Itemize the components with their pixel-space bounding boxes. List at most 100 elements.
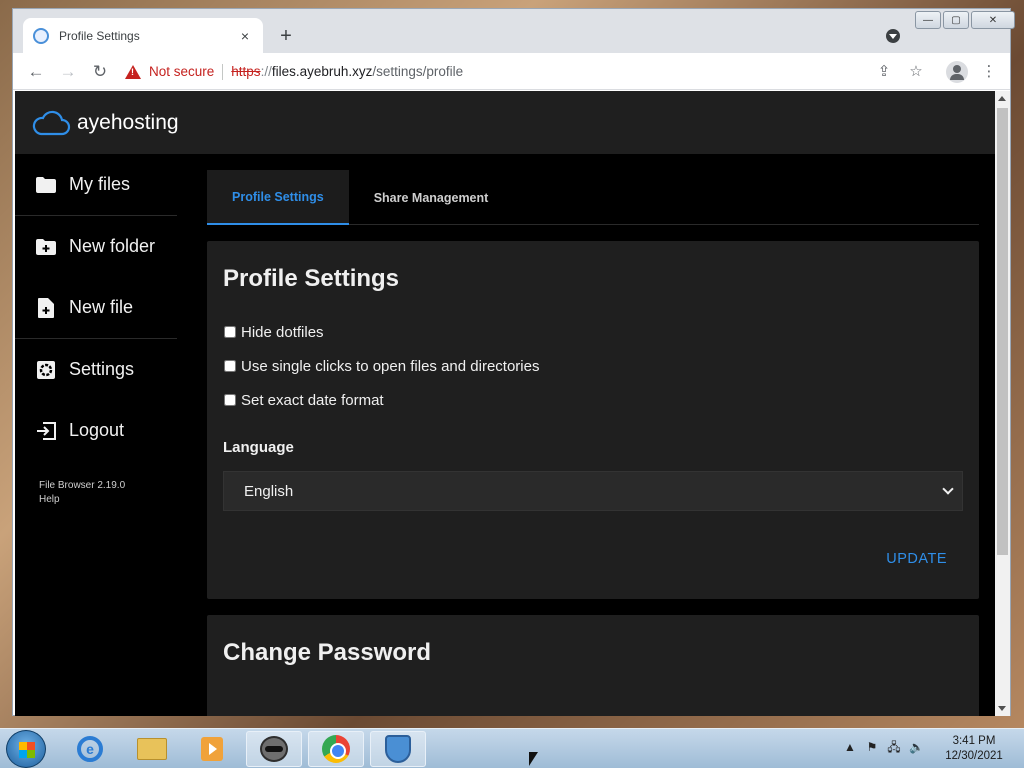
start-button[interactable] <box>6 730 46 768</box>
profile-checkboxes: Hide dotfiles Use single clicks to open … <box>207 293 979 417</box>
tab-close-icon[interactable]: × <box>237 28 253 44</box>
clock-date: 12/30/2021 <box>945 750 1003 762</box>
page-scrollbar[interactable] <box>995 91 1010 716</box>
reload-button[interactable]: ↻ <box>89 61 111 83</box>
browser-window: Profile Settings × + — ▢ ✕ ← → ↻ Not sec… <box>12 8 1015 716</box>
browser-tab[interactable]: Profile Settings × <box>23 18 263 53</box>
sidebar-item-new-folder[interactable]: New folder <box>15 216 177 277</box>
close-window-button[interactable]: ✕ <box>971 11 1015 29</box>
chrome-icon <box>322 735 350 763</box>
scroll-down-icon[interactable] <box>998 706 1006 711</box>
tab-share-management[interactable]: Share Management <box>349 170 514 225</box>
profile-settings-title: Profile Settings <box>223 265 400 292</box>
sidebar-item-label: New folder <box>69 236 156 256</box>
omnibox-divider <box>222 63 224 80</box>
sidebar-item-settings[interactable]: Settings <box>15 339 177 400</box>
sidebar-item-label: My files <box>69 174 131 194</box>
brand-name[interactable]: ayehosting <box>77 111 179 135</box>
folder-plus-icon <box>35 236 57 258</box>
internet-explorer-icon: e <box>77 736 103 762</box>
media-player-icon <box>201 737 223 761</box>
taskbar-chrome[interactable] <box>308 731 364 767</box>
sidebar-item-my-files[interactable]: My files <box>15 154 177 215</box>
card-actions: UPDATE <box>207 511 979 599</box>
file-plus-icon <box>35 297 57 319</box>
language-select[interactable]: English <box>223 471 963 511</box>
sidebar-item-label: Logout <box>69 420 125 440</box>
network-icon[interactable]: 🖧 <box>887 739 901 755</box>
sidebar-item-logout[interactable]: Logout <box>15 400 177 461</box>
scrollbar-thumb[interactable] <box>997 108 1008 555</box>
menu-dots-icon[interactable]: ⋮ <box>978 61 1000 83</box>
taskbar-ie[interactable]: e <box>62 731 118 767</box>
profile-settings-card: Profile Settings Hide dotfiles Use singl… <box>207 241 979 599</box>
language-label: Language <box>223 439 294 456</box>
logout-icon <box>35 420 57 442</box>
single-click-checkbox[interactable] <box>224 360 236 372</box>
settings-main: Profile Settings Share Management Profil… <box>207 170 979 716</box>
taskbar: e ▲ ⚑ 🖧 🔈 3:41 PM 12/30/2021 <box>0 728 1024 768</box>
single-click-label: Use single clicks to open files and dire… <box>241 357 540 375</box>
profile-avatar-icon[interactable] <box>946 61 968 83</box>
shield-app-icon <box>385 735 411 763</box>
share-icon[interactable]: ⇪ <box>873 61 895 83</box>
sidebar-footer: File Browser 2.19.0 Help <box>15 461 177 507</box>
taskbar-clock[interactable]: 3:41 PM 12/30/2021 <box>934 734 1014 764</box>
site-favicon-icon <box>33 27 49 44</box>
folder-icon <box>35 174 57 196</box>
change-password-title: Change Password <box>223 639 432 666</box>
warning-icon <box>125 64 141 79</box>
file-explorer-icon <box>137 738 167 760</box>
help-link[interactable]: Help <box>39 493 177 507</box>
show-hidden-icons-icon[interactable]: ▲ <box>843 739 857 755</box>
minimize-button[interactable]: — <box>915 11 941 29</box>
update-button[interactable]: UPDATE <box>886 551 947 567</box>
tab-search-icon[interactable] <box>886 29 900 43</box>
window-controls: — ▢ ✕ <box>915 11 1015 29</box>
tab-title: Profile Settings <box>59 28 140 43</box>
not-secure-label[interactable]: Not secure <box>149 64 214 79</box>
url-scheme: https <box>231 64 261 79</box>
language-select-value: English <box>244 482 294 500</box>
maximize-button[interactable]: ▢ <box>943 11 969 29</box>
exact-date-checkbox[interactable] <box>224 394 236 406</box>
bookmark-star-icon[interactable]: ☆ <box>905 61 927 83</box>
taskbar-raccoon-app[interactable] <box>246 731 302 767</box>
browser-toolbar: ← → ↻ Not secure https :// files.ayebruh… <box>13 53 1010 90</box>
hide-dotfiles-row[interactable]: Hide dotfiles <box>223 315 963 349</box>
scroll-up-icon[interactable] <box>998 96 1006 101</box>
taskbar-explorer[interactable] <box>124 731 180 767</box>
sidebar-item-label: Settings <box>69 359 135 379</box>
tab-profile-settings[interactable]: Profile Settings <box>207 170 349 225</box>
system-tray: ▲ ⚑ 🖧 🔈 <box>843 739 924 755</box>
raccoon-app-icon <box>260 736 288 762</box>
gear-icon <box>35 359 57 381</box>
sidebar-item-new-file[interactable]: New file <box>15 277 177 338</box>
new-tab-button[interactable]: + <box>275 25 297 47</box>
cloud-logo-icon <box>32 110 71 135</box>
sidebar: My files New folder New file Settings Lo… <box>15 154 177 716</box>
exact-date-label: Set exact date format <box>241 391 384 409</box>
mouse-cursor-icon <box>529 752 538 766</box>
back-button[interactable]: ← <box>25 61 47 83</box>
forward-button[interactable]: → <box>57 61 79 83</box>
clock-time: 3:41 PM <box>952 735 996 747</box>
url-path: /settings/profile <box>372 64 464 79</box>
exact-date-row[interactable]: Set exact date format <box>223 383 963 417</box>
action-center-flag-icon[interactable]: ⚑ <box>865 739 879 755</box>
hide-dotfiles-label: Hide dotfiles <box>241 323 324 341</box>
settings-tabs: Profile Settings Share Management <box>207 170 979 225</box>
hide-dotfiles-checkbox[interactable] <box>224 326 236 338</box>
url-scheme-separator: :// <box>260 64 272 79</box>
version-label: File Browser 2.19.0 <box>39 480 126 491</box>
change-password-card: Change Password <box>207 615 979 716</box>
sidebar-item-label: New file <box>69 297 134 317</box>
taskbar-media-player[interactable] <box>184 731 240 767</box>
volume-muted-icon[interactable]: 🔈 <box>909 739 924 755</box>
tab-strip: Profile Settings × + — ▢ ✕ <box>13 9 1015 53</box>
address-bar[interactable]: Not secure https :// files.ayebruh.xyz /… <box>125 57 945 86</box>
taskbar-vpn-app[interactable] <box>370 731 426 767</box>
chevron-down-icon <box>942 483 954 495</box>
single-click-row[interactable]: Use single clicks to open files and dire… <box>223 349 963 383</box>
page-viewport: ayehosting My files New folder New file … <box>15 91 995 716</box>
